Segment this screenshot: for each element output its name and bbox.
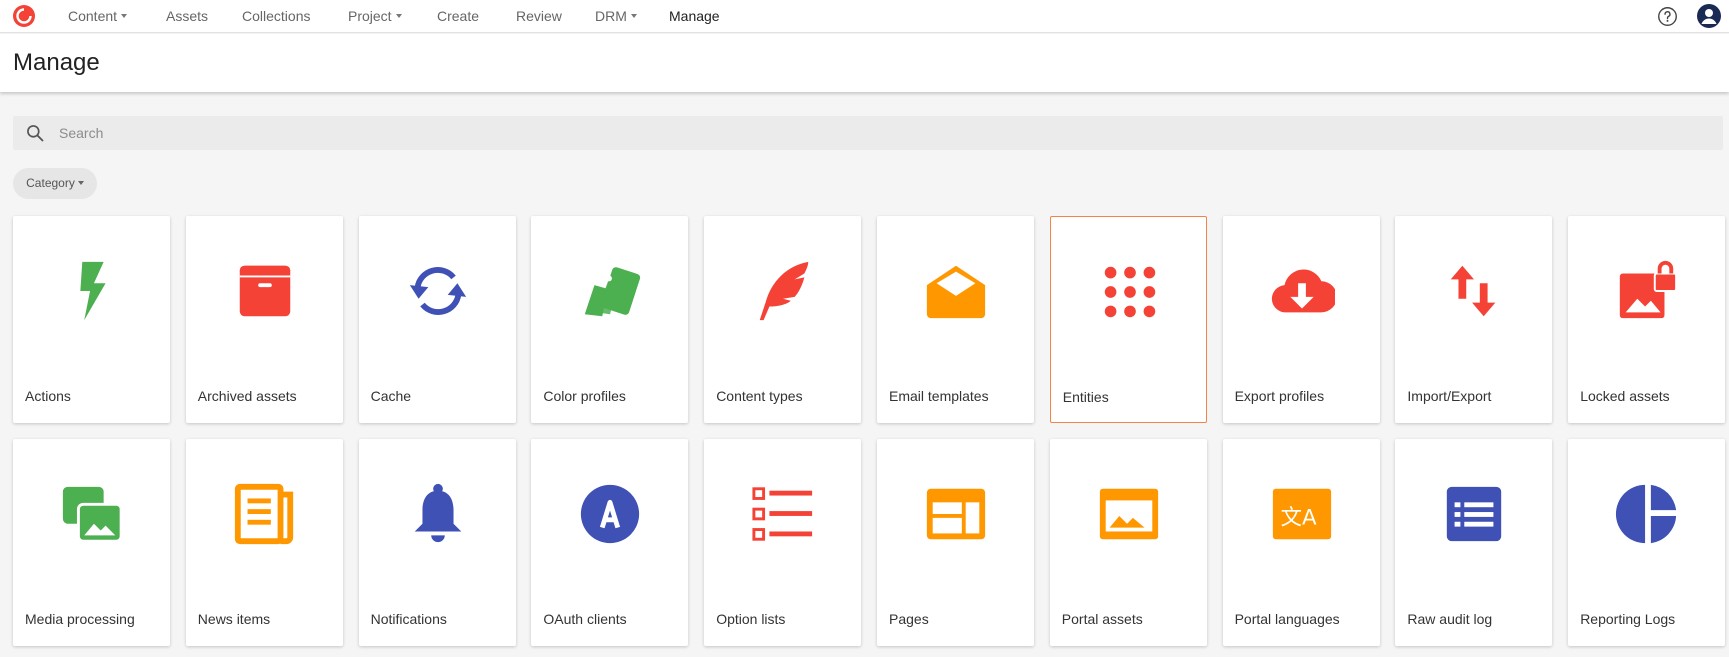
- nav-item-assets[interactable]: Assets: [166, 8, 208, 24]
- tile-label: Portal assets: [1061, 611, 1143, 627]
- tile-locked-assets[interactable]: Locked assets: [1568, 216, 1726, 423]
- tile-label: Import/Export: [1407, 388, 1492, 404]
- svg-text:文A: 文A: [1280, 506, 1316, 531]
- chevron-down-icon: [121, 14, 128, 19]
- tile-raw-audit-log[interactable]: Raw audit log: [1395, 439, 1553, 646]
- nav-item-label: Assets: [166, 8, 209, 24]
- tile-label: Option lists: [716, 611, 786, 627]
- archive-box-icon: [232, 258, 298, 324]
- page-title: Manage: [13, 49, 100, 76]
- lightning-bolt-icon: [59, 258, 125, 324]
- tile-news-items[interactable]: News items: [185, 439, 343, 646]
- nav-item-create[interactable]: Create: [437, 8, 479, 24]
- log-list-icon: [1441, 481, 1507, 547]
- bell-icon: [405, 481, 471, 547]
- category-filter-label: Category: [26, 176, 75, 190]
- nav-item-label: Manage: [669, 8, 720, 24]
- user-avatar-icon[interactable]: [1697, 4, 1721, 28]
- feather-icon: [750, 258, 816, 324]
- cloud-download-icon: [1269, 258, 1335, 324]
- open-envelope-icon: [923, 258, 989, 324]
- tile-label: Export profiles: [1234, 388, 1325, 404]
- tile-label: Actions: [25, 388, 71, 404]
- category-filter-button[interactable]: Category: [13, 168, 97, 199]
- newspaper-icon: [232, 481, 298, 547]
- tile-label: Raw audit log: [1407, 611, 1493, 627]
- tile-label: Portal languages: [1234, 611, 1340, 627]
- portal-image-icon: [1096, 481, 1162, 547]
- tile-label: Color profiles: [543, 388, 626, 404]
- brand-logo-icon[interactable]: [12, 4, 36, 28]
- tile-media-processing[interactable]: Media processing: [13, 439, 170, 646]
- search-input[interactable]: [59, 116, 1699, 150]
- chevron-down-icon: [77, 180, 84, 185]
- tile-import-export[interactable]: Import/Export: [1395, 216, 1553, 423]
- tile-export-profiles[interactable]: Export profiles: [1222, 216, 1380, 423]
- nav-item-label: Project: [348, 8, 392, 24]
- tile-portal-languages[interactable]: 文A Portal languages: [1222, 439, 1380, 646]
- search-icon: [27, 125, 44, 142]
- up-down-arrows-icon: [1441, 258, 1507, 324]
- nav-item-collections[interactable]: Collections: [242, 8, 310, 24]
- top-navigation: Content Assets Collections Project Create Rev…: [0, 0, 1729, 33]
- tile-portal-assets[interactable]: Portal assets: [1049, 439, 1207, 646]
- tile-email-templates[interactable]: Email templates: [877, 216, 1034, 423]
- tile-label: OAuth clients: [543, 611, 627, 627]
- tile-oauth-clients[interactable]: OAuth clients: [531, 439, 689, 646]
- tile-option-lists[interactable]: Option lists: [704, 439, 862, 646]
- tile-label: Reporting Logs: [1580, 611, 1676, 627]
- tile-label: Cache: [370, 388, 412, 404]
- nav-item-project[interactable]: Project: [348, 8, 402, 24]
- translate-icon: 文A: [1269, 481, 1335, 547]
- tile-notifications[interactable]: Notifications: [358, 439, 516, 646]
- tile-label: Notifications: [370, 611, 447, 627]
- tile-content-types[interactable]: Content types: [704, 216, 862, 423]
- oauth-badge-icon: [577, 481, 643, 547]
- sync-arrows-icon: [405, 258, 471, 324]
- tile-label: Archived assets: [197, 388, 297, 404]
- tile-archived-assets[interactable]: Archived assets: [185, 216, 343, 423]
- tile-label: Pages: [889, 611, 929, 627]
- nav-item-drm[interactable]: DRM: [595, 8, 637, 24]
- checklist-icon: [750, 481, 816, 547]
- page-layout-icon: [923, 481, 989, 547]
- nav-item-label: Collections: [242, 8, 311, 24]
- nav-item-label: DRM: [595, 8, 627, 24]
- nav-item-label: Create: [437, 8, 480, 24]
- dot-grid-icon: [1097, 259, 1163, 325]
- chevron-down-icon: [630, 14, 637, 19]
- tile-label: News items: [197, 611, 271, 627]
- tile-label: Entities: [1062, 389, 1109, 405]
- tile-label: Email templates: [889, 388, 989, 404]
- tile-reporting-logs[interactable]: Reporting Logs: [1568, 439, 1726, 646]
- locked-image-icon: [1614, 258, 1680, 324]
- color-cards-icon: [577, 258, 643, 324]
- tile-label: Content types: [716, 388, 803, 404]
- media-images-icon: [59, 481, 125, 547]
- nav-item-review[interactable]: Review: [516, 8, 562, 24]
- nav-item-manage[interactable]: Manage: [669, 8, 720, 24]
- chevron-down-icon: [395, 14, 402, 19]
- page-header: Manage: [0, 34, 1729, 92]
- tile-actions[interactable]: Actions: [13, 216, 170, 423]
- nav-item-content[interactable]: Content: [68, 8, 128, 24]
- tile-pages[interactable]: Pages: [877, 439, 1034, 646]
- search-bar[interactable]: [13, 116, 1723, 150]
- tile-entities[interactable]: Entities: [1049, 216, 1207, 423]
- tile-cache[interactable]: Cache: [358, 216, 516, 423]
- tile-color-profiles[interactable]: Color profiles: [531, 216, 689, 423]
- pie-chart-icon: [1614, 481, 1680, 547]
- tile-label: Media processing: [25, 611, 135, 627]
- help-icon[interactable]: [1657, 6, 1678, 27]
- nav-item-label: Review: [516, 8, 562, 24]
- nav-item-label: Content: [68, 8, 118, 24]
- tile-label: Locked assets: [1580, 388, 1670, 404]
